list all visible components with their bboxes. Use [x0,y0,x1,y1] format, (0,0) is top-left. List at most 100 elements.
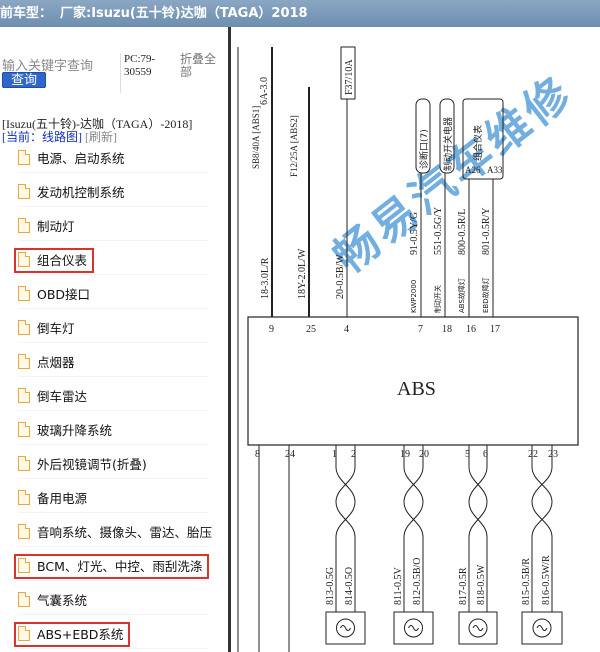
tree-item-label: 倒车雷达 [37,389,88,404]
twisted-wire [531,466,553,538]
tree-item-label: 气囊系统 [37,593,88,608]
tree-item-label: 备用电源 [37,491,88,506]
tree-item-label: 制动灯 [37,219,75,234]
cluster-label: 组合仪表 [472,125,484,161]
tree-item-label: 电源、启动系统 [37,151,125,166]
pin-number: 4 [344,324,349,335]
tree-item-label: 发动机控制系统 [37,185,125,200]
fuse-label: F37/10A [344,59,355,95]
separator [120,53,121,93]
document-icon [18,150,30,165]
document-icon [18,184,30,199]
twisted-wire [468,466,488,538]
pin-label: A33 [487,165,503,175]
twisted-wire [531,466,553,538]
twisted-wire [403,466,424,538]
tree-item[interactable]: 制动灯 [18,211,208,241]
highlight-box [14,554,209,579]
tree-item[interactable]: 点烟器 [18,347,208,377]
tree-item-label: 点烟器 [37,355,75,370]
sensor-wave-icon [408,625,419,631]
title-text: 厂家:Isuzu(五十铃)达咖（TAGA）2018 [60,6,308,21]
wire-label: 18-3.0L/R [260,257,271,299]
tree-item[interactable]: 电源、启动系统 [18,143,208,173]
document-icon [18,388,30,403]
connector-label: 诊断口(7) [418,129,430,169]
twisted-wire [335,466,356,538]
module-label: ABS [397,378,436,400]
sensor-wave-icon [536,625,548,631]
document-icon [18,218,30,233]
fuse-label: F12/25A [ABS2] [289,115,299,177]
wire-label: 817-0.5R [458,567,469,605]
fuse-label: 6A-3.0 [259,77,270,105]
sidebar: 查询 PC:79-30559 折叠全部 [Isuzu(五十铃)-达咖（TAGA）… [0,27,228,652]
pin-number: 18 [442,324,452,335]
tree-item[interactable]: 倒车雷达 [18,381,208,411]
wire-label: 815-0.5B/R [521,558,532,605]
wire-sub-label: KWP2000 [410,280,418,313]
document-icon [18,422,30,437]
document-icon [18,286,30,301]
tree-item[interactable]: 发动机控制系统 [18,177,208,207]
query-button[interactable]: 查询 [2,72,46,88]
tree-item-label: OBD接口 [37,287,91,302]
pin-number: 17 [490,324,500,335]
pin-number: 22 [528,449,538,460]
refresh-link[interactable]: [刷新] [85,130,117,144]
wire-sub-label: EBD故障灯 [481,277,490,313]
highlight-box [14,622,130,647]
document-icon [18,456,30,471]
pin-number: 25 [306,324,316,335]
wire-sub-label: 制动开关 [433,285,442,313]
window-title-bar: 前车型： 厂家:Isuzu(五十铃)达咖（TAGA）2018 [0,0,600,27]
tree-item[interactable]: 倒车灯 [18,313,208,343]
wire-label: 816-0.5W/R [541,555,552,605]
document-icon [18,592,30,607]
wiring-diagram-svg: 畅易汽车维修 6A-3.0SB8/40A [ABS1] F12/25A [ABS2]… [237,46,583,652]
pin-number: 16 [466,324,476,335]
connector-label: 制动开关电器 [442,117,454,171]
wire-label: 20-0.5B/W [335,254,346,299]
document-icon [18,320,30,335]
wire-label: 818-0.5W [476,564,487,605]
tree-item[interactable]: 气囊系统 [18,585,208,615]
tree-item-label: 音响系统、摄像头、雷达、胎压 [37,525,213,540]
wire-label: 813-0.5G [325,567,336,605]
tree-item[interactable]: 备用电源 [18,483,208,513]
wire-sub-label: ABS故障灯 [457,278,466,313]
tree-item[interactable]: 音响系统、摄像头、雷达、胎压 [18,517,212,547]
pin-number: 23 [548,449,558,460]
tree-item[interactable]: 外后视镜调节(折叠) [18,449,208,479]
pin-label: A26 [465,165,481,175]
wire-label: 91-0.5Y/G [409,212,420,255]
breadcrumb-current[interactable]: [当前：线路图] [2,130,82,144]
sensor-wave-icon [472,625,484,631]
wire-label: 800-0.5R/L [457,209,468,255]
fold-all-link[interactable]: 折叠全部 [180,53,224,79]
sensor-wave-icon [340,625,351,631]
wire-label: 814-0.5O [344,567,355,605]
pin-number: 24 [285,449,295,460]
pin-number: 20 [419,449,429,460]
pin-number: 7 [418,324,423,335]
twisted-wire [468,466,488,538]
wire-label: 811-0.5V [393,567,404,605]
watermark-text: 畅易汽车维修 [324,66,582,283]
wire-label: 18Y-2.0L/W [297,248,308,299]
document-icon [18,354,30,369]
twisted-wire [335,466,356,538]
search-area: 查询 PC:79-30559 折叠全部 [0,47,228,115]
tree-item-label: 倒车灯 [37,321,75,336]
tree-item[interactable]: OBD接口 [18,279,208,309]
twisted-wire [403,466,424,538]
pin-number: 19 [400,449,410,460]
highlight-box [14,248,94,273]
wire-label: 801-0.5R/Y [481,208,492,256]
tree-item[interactable]: 玻璃升降系统 [18,415,208,445]
pin-number: 9 [269,324,274,335]
fuse-label: SB8/40A [ABS1] [251,106,261,169]
tree-item-label: 玻璃升降系统 [37,423,113,438]
wiring-diagram: 畅易汽车维修 6A-3.0 SB8/40A [ABS1] F12/25A [ABS2]… [231,27,600,652]
tree-item-label: 外后视镜调节(折叠) [37,457,147,472]
